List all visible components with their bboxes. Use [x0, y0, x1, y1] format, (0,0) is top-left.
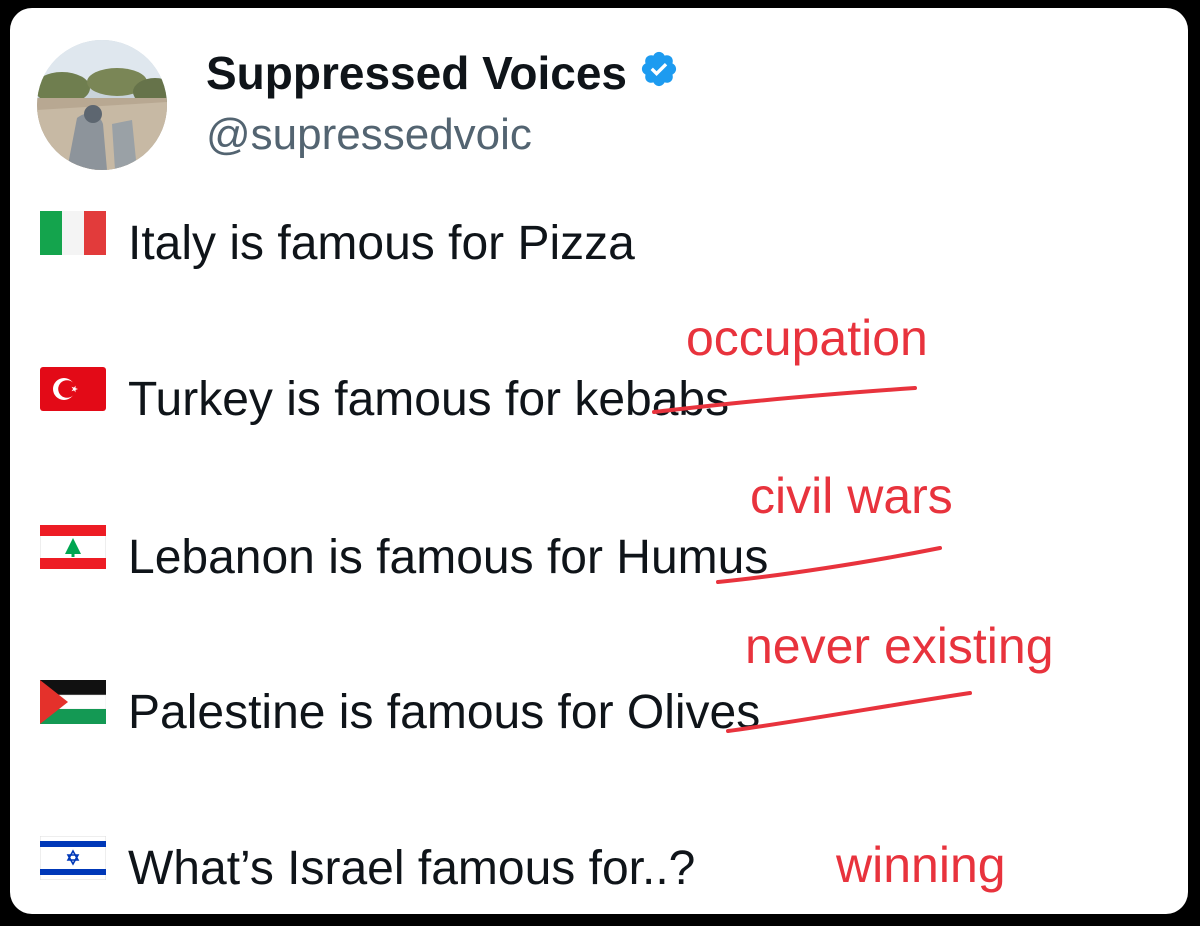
tweet-line: Lebanon is famous for Humus — [39, 524, 769, 586]
author-display-name[interactable]: Suppressed Voices — [206, 46, 679, 100]
tweet-line: What’s Israel famous for..? — [39, 835, 696, 897]
annotation-occupation: occupation — [686, 310, 928, 366]
tweet-card: Suppressed Voices @supressedvoic Italy i… — [10, 8, 1188, 914]
annotation-never-existing: never existing — [745, 618, 1054, 674]
tweet-line: Turkey is famous for kebabs — [40, 366, 730, 428]
tweet-line: Italy is famous for Pizza — [40, 210, 635, 272]
lebanon-flag-icon — [39, 524, 107, 584]
avatar-image — [37, 40, 167, 170]
line-text: Italy is famous for Pizza — [128, 217, 635, 271]
avatar[interactable] — [37, 40, 167, 170]
line-text: Palestine is famous for Olives — [128, 686, 761, 740]
verified-badge-icon — [639, 46, 679, 100]
annotation-civil-wars: civil wars — [750, 468, 953, 524]
line-text: Turkey is famous for kebabs — [128, 373, 730, 427]
italy-flag-icon — [40, 210, 106, 270]
author-handle[interactable]: @supressedvoic — [206, 110, 532, 160]
author-name-text[interactable]: Suppressed Voices — [206, 46, 627, 100]
line-text: What’s Israel famous for..? — [128, 842, 696, 896]
tweet-line: Palestine is famous for Olives — [39, 679, 761, 741]
annotation-winning: winning — [836, 837, 1006, 893]
turkey-flag-icon — [40, 366, 106, 426]
palestine-flag-icon — [39, 679, 107, 739]
line-text: Lebanon is famous for Humus — [128, 531, 769, 585]
israel-flag-icon — [39, 835, 107, 895]
